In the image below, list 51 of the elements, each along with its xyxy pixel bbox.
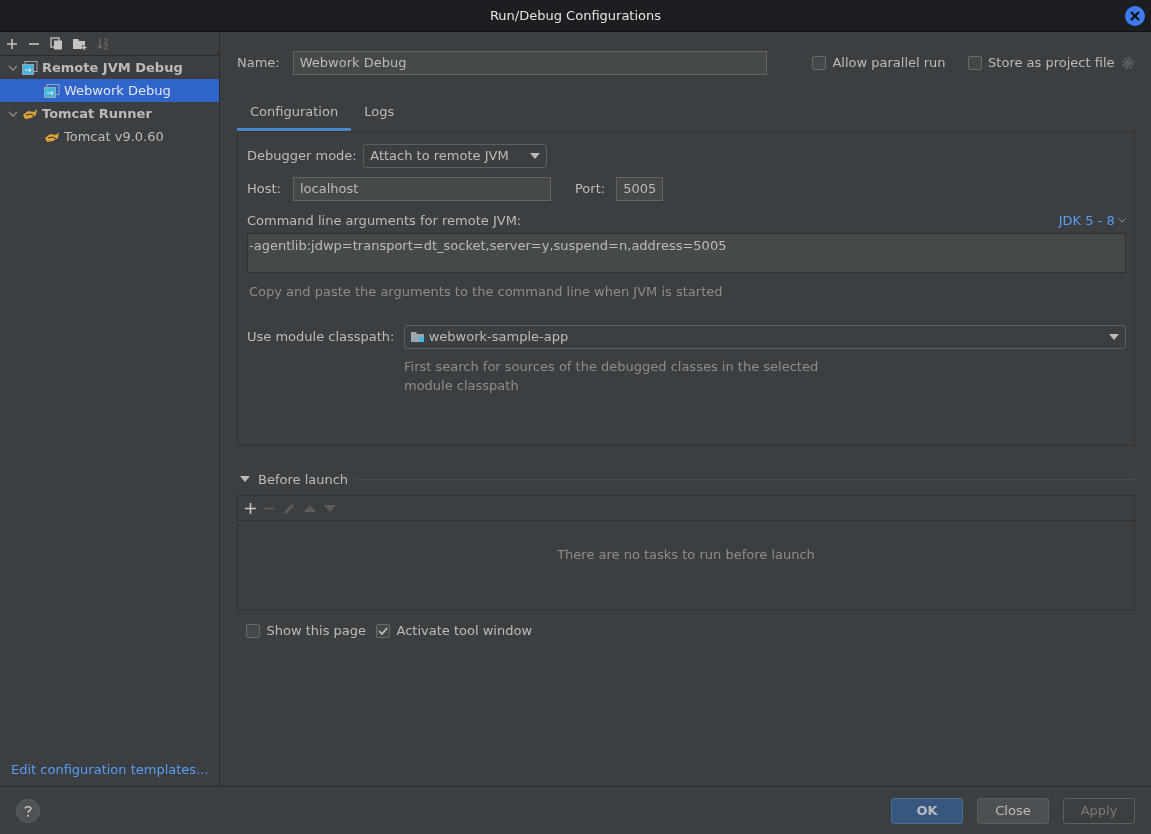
option-checkbox[interactable] [967, 56, 982, 70]
collapse-icon[interactable] [240, 476, 250, 483]
arguments-field[interactable]: -agentlib:jdwp=transport=dt_socket,server=y,suspend=n,address=5005 [247, 233, 1126, 273]
debugger-mode-label: Debugger mode: [247, 146, 357, 165]
debugger-mode-dropdown[interactable]: Attach to remote JVM [363, 143, 548, 168]
remote-debug-icon [22, 60, 38, 75]
name-field[interactable]: Webwork Debug [292, 51, 767, 75]
close-icon [1130, 11, 1140, 21]
copy-icon[interactable] [50, 37, 63, 50]
tree-item[interactable]: Remote JVM Debug [0, 56, 219, 79]
tab[interactable]: Logs [351, 95, 408, 131]
empty-tasks-message: There are no tasks to run before launch [557, 546, 815, 564]
option-label: Allow parallel run [832, 54, 946, 73]
remote-debug-icon [44, 83, 60, 98]
option-label: Activate tool window [396, 622, 532, 640]
tree-item[interactable]: Tomcat Runner [0, 102, 219, 125]
port-field[interactable]: 5005 [616, 176, 664, 201]
dialog-button[interactable]: Close [977, 797, 1049, 824]
module-classpath-label: Use module classpath: [247, 327, 395, 346]
caret-icon [530, 152, 541, 159]
folder-add-icon[interactable] [73, 37, 87, 50]
section-title: Before launch [258, 470, 349, 489]
name-label: Name: [237, 54, 280, 73]
option-checkbox[interactable] [376, 623, 391, 638]
module-folder-icon [411, 330, 426, 343]
add-icon[interactable] [245, 502, 256, 514]
arguments-hint: Copy and paste the arguments to the command line when JVM is started [249, 283, 724, 301]
chevron-icon [1118, 217, 1126, 223]
sort-icon[interactable] [97, 37, 110, 50]
jdk-version-link[interactable]: JDK 5 - 8 [1058, 210, 1126, 230]
host-label: Host: [247, 179, 281, 198]
window-title: Run/Debug Configurations [489, 6, 662, 25]
caret-icon [1109, 333, 1119, 340]
option-label: Show this page [266, 622, 367, 640]
option-checkbox[interactable] [246, 623, 260, 638]
option-checkbox[interactable] [811, 56, 826, 70]
help-button[interactable] [16, 798, 40, 823]
module-classpath-hint: First search for sources of the debugged classes in the selected module classpath [404, 357, 820, 395]
option-label: Store as project file [988, 54, 1115, 73]
check-icon [378, 626, 389, 635]
tree-item[interactable]: Webwork Debug [0, 79, 219, 102]
module-dropdown[interactable]: webwork-sample-app [404, 324, 1126, 349]
close-button[interactable] [1125, 6, 1145, 26]
tree-item[interactable]: Tomcat v9.0.60 [0, 125, 219, 148]
dialog-button[interactable]: OK [891, 797, 963, 824]
help-icon [24, 804, 32, 817]
command-line-label: Command line arguments for remote JVM: [247, 211, 522, 230]
port-label: Port: [575, 179, 606, 198]
host-field[interactable]: localhost [293, 176, 551, 201]
add-icon[interactable] [6, 37, 18, 50]
edit-templates-link[interactable]: Edit configuration templates... [0, 759, 219, 786]
